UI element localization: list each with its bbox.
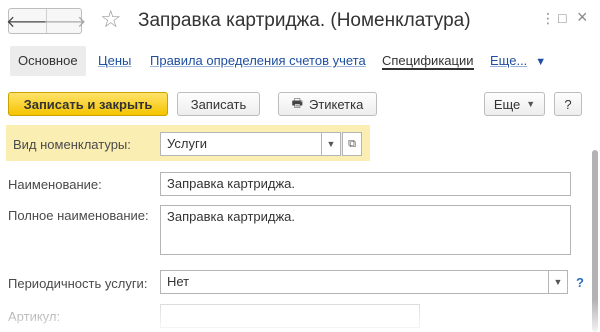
tab-main[interactable]: Основное [10, 46, 86, 76]
full-name-field[interactable]: Заправка картриджа. [160, 205, 571, 255]
label-print-label: Этикетка [308, 96, 364, 112]
forward-arrow-icon[interactable]: 🡒 [44, 9, 86, 33]
more-actions-button[interactable]: Еще ▼ [484, 92, 545, 116]
section-tabs: Основное Цены Правила определения счетов… [8, 46, 598, 76]
name-label: Наименование: [8, 177, 102, 192]
tab-accounting-rules[interactable]: Правила определения счетов учета [150, 46, 366, 76]
dropdown-arrow-icon[interactable]: ▼ [321, 132, 341, 156]
tab-prices[interactable]: Цены [98, 46, 131, 76]
window-title: Заправка картриджа. (Номенклатура) [138, 10, 471, 31]
nav-group: 🡐 🡒 [6, 8, 86, 34]
sku-field[interactable] [160, 304, 420, 328]
star-icon[interactable]: ☆ [100, 7, 122, 33]
periodicity-help-icon[interactable]: ? [576, 275, 584, 290]
tab-more-label: Еще... [490, 53, 528, 68]
label-print-button[interactable]: 🖶 Этикетка [278, 92, 377, 116]
printer-icon: 🖶 [291, 95, 303, 110]
full-name-label: Полное наименование: [8, 208, 149, 223]
help-button[interactable]: ? [554, 92, 582, 116]
open-item-icon[interactable]: ⧉ [342, 132, 362, 156]
item-type-field[interactable]: Услуги [160, 132, 322, 156]
tab-specifications[interactable]: Спецификации [382, 46, 474, 70]
tab-more[interactable]: Еще... ▼ [490, 46, 546, 76]
item-type-label: Вид номенклатуры: [13, 137, 131, 152]
back-arrow-icon[interactable]: 🡐 [6, 9, 49, 33]
chevron-down-icon: ▼ [535, 56, 547, 68]
name-field[interactable]: Заправка картриджа. [160, 172, 571, 196]
sku-label: Артикул: [8, 309, 61, 324]
dropdown-arrow-icon[interactable]: ▼ [548, 270, 568, 294]
more-menu-icon[interactable]: ⋮ [541, 10, 555, 27]
periodicity-label: Периодичность услуги: [8, 276, 148, 291]
save-and-close-button[interactable]: Записать и закрыть [8, 92, 168, 116]
close-icon[interactable]: × [577, 7, 588, 28]
dropdown-arrow-icon: ▼ [526, 99, 536, 109]
vertical-scrollbar[interactable] [592, 150, 598, 332]
more-actions-label: Еще [493, 96, 521, 112]
command-bar: Записать и закрыть Записать 🖶 Этикетка Е… [8, 92, 588, 118]
periodicity-field[interactable]: Нет [160, 270, 549, 294]
expand-icon[interactable]: □ [558, 10, 566, 26]
save-button[interactable]: Записать [177, 92, 260, 116]
title-bar: 🡐 🡒 ☆ Заправка картриджа. (Номенклатура)… [0, 0, 600, 44]
